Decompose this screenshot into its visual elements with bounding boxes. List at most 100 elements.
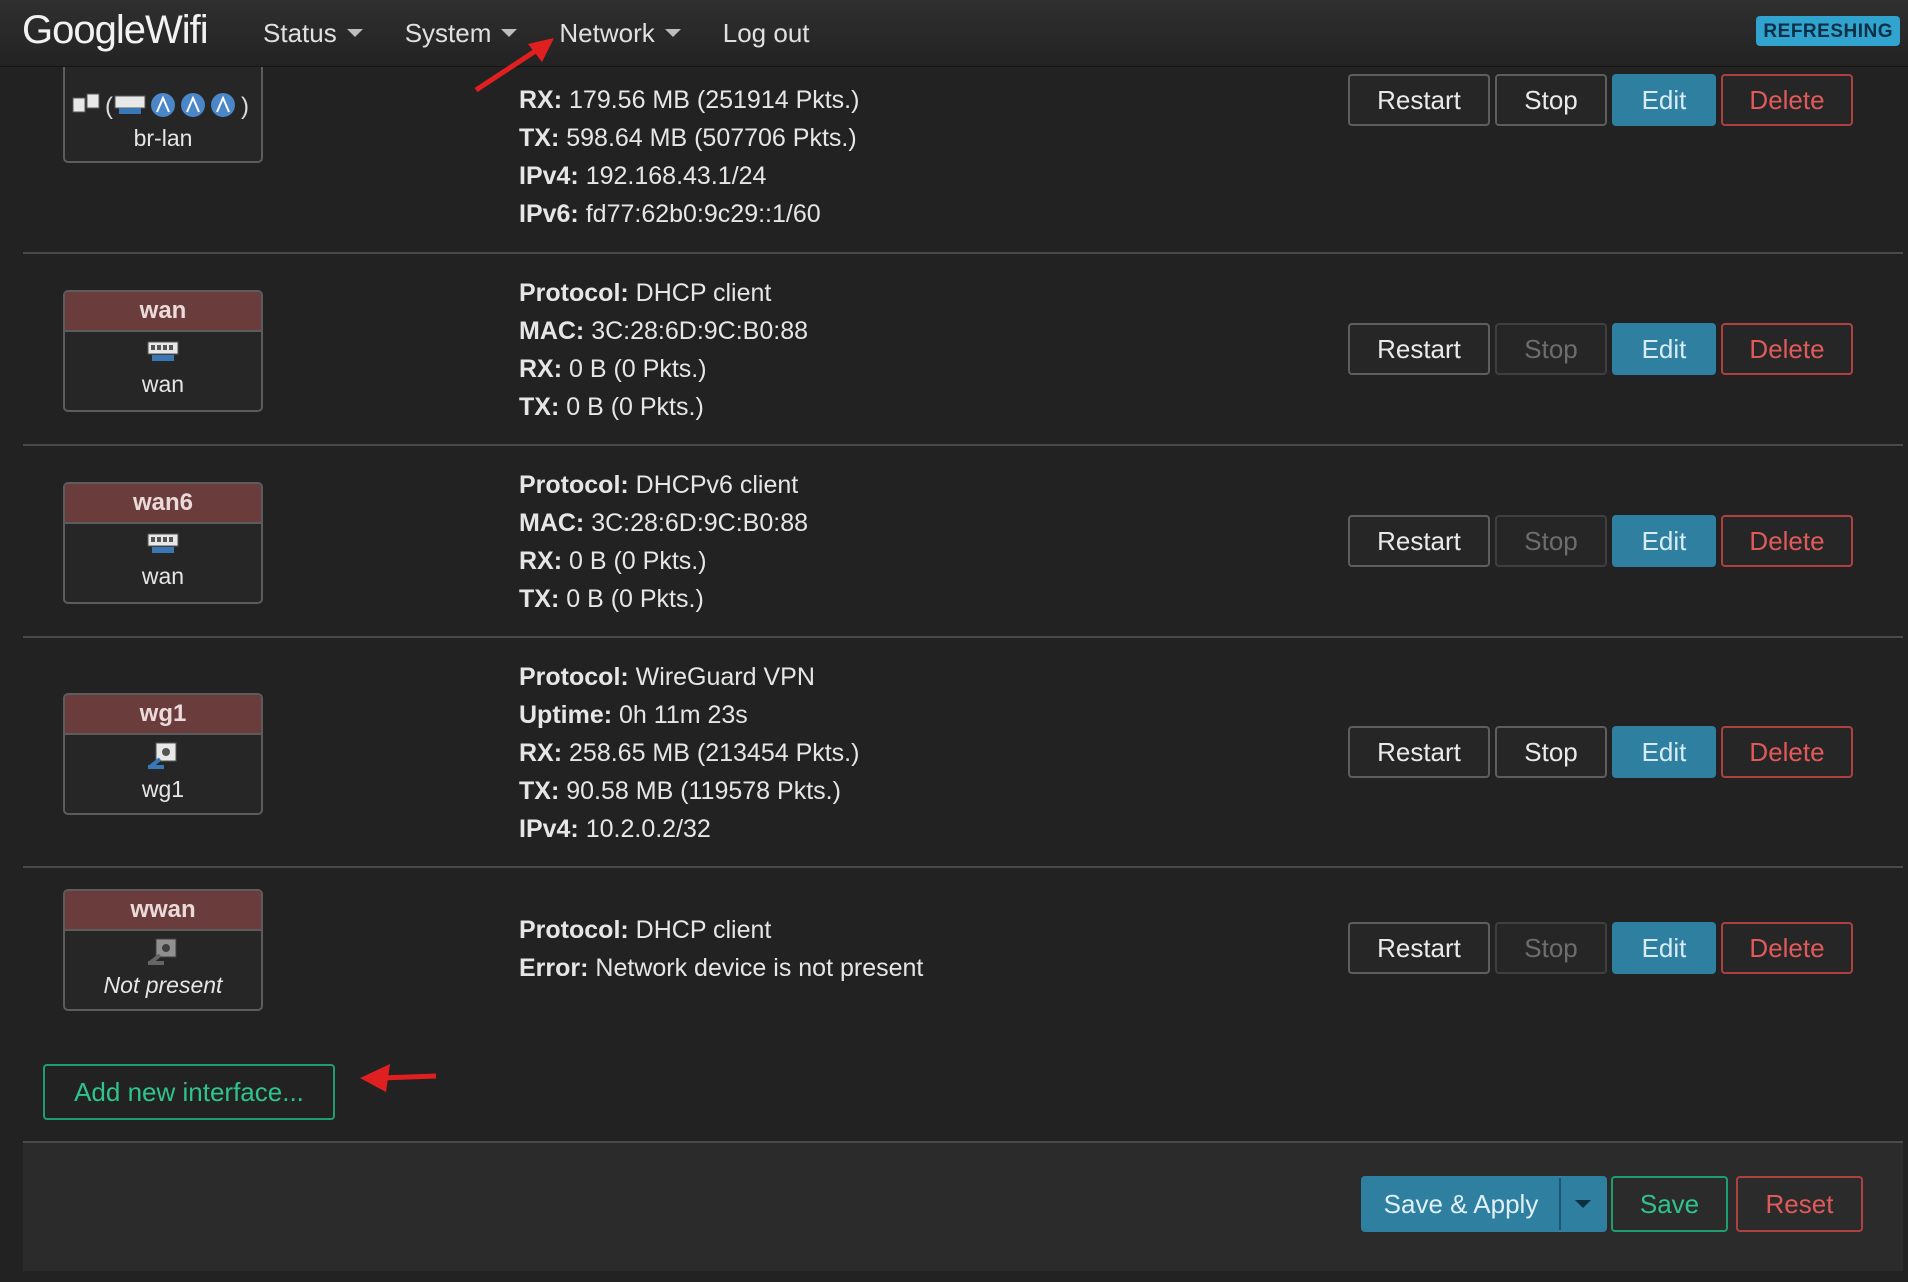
info-label: RX:: [519, 355, 563, 383]
edit-button[interactable]: Edit: [1612, 515, 1716, 567]
edit-button[interactable]: Edit: [1612, 74, 1716, 126]
edit-button[interactable]: Edit: [1612, 323, 1716, 375]
info-value: 3C:28:6D:9C:B0:88: [591, 317, 809, 345]
interface-info-wwan: Protocol: DHCP client Error: Network dev…: [519, 911, 923, 987]
info-label: MAC:: [519, 509, 585, 537]
interface-card-wan: wan wan: [63, 290, 263, 412]
device-label: wan: [141, 371, 185, 397]
info-label: IPv6:: [519, 200, 579, 228]
add-interface-button[interactable]: Add new interface...: [43, 1064, 335, 1120]
info-value: DHCP client: [635, 916, 772, 944]
info-label: TX:: [519, 124, 560, 152]
interface-info-wan6: Protocol: DHCPv6 client MAC: 3C:28:6D:9C…: [519, 466, 808, 618]
info-label: IPv4:: [519, 815, 579, 843]
interface-card-lan: ( ) br-lan: [63, 58, 263, 163]
interface-actions-wwan: Restart Stop Edit Delete: [1348, 922, 1858, 974]
info-label: RX:: [519, 547, 563, 575]
row-divider: [23, 444, 1903, 446]
info-value: Network device is not present: [595, 954, 924, 982]
interface-actions-wan6: Restart Stop Edit Delete: [1348, 515, 1858, 567]
stop-button: Stop: [1495, 515, 1607, 567]
interface-info-lan: RX: 179.56 MB (251914 Pkts.) TX: 598.64 …: [519, 81, 859, 233]
reset-button[interactable]: Reset: [1736, 1176, 1863, 1232]
interface-name: wwan: [65, 891, 261, 931]
info-value: 0 B (0 Pkts.): [566, 393, 704, 421]
stop-button[interactable]: Stop: [1495, 726, 1607, 778]
top-navbar: GoogleWifi Status System Network Log out…: [0, 0, 1908, 67]
interface-card-wg1: wg1 wg1: [63, 693, 263, 815]
stop-button: Stop: [1495, 323, 1607, 375]
tunnel-device-icon: [148, 938, 177, 965]
save-apply-button[interactable]: Save & Apply: [1363, 1178, 1559, 1230]
info-value: 0h 11m 23s: [619, 701, 748, 729]
nav-status-label: Status: [263, 17, 337, 48]
info-value: 0 B (0 Pkts.): [566, 585, 704, 613]
restart-button[interactable]: Restart: [1348, 922, 1490, 974]
nav-network-label: Network: [559, 17, 655, 48]
chevron-down-icon: [664, 29, 681, 37]
delete-button[interactable]: Delete: [1721, 74, 1853, 126]
stop-button[interactable]: Stop: [1495, 74, 1607, 126]
info-value: 0 B (0 Pkts.): [569, 547, 707, 575]
ethernet-port-icon: [147, 341, 179, 361]
info-label: TX:: [519, 393, 560, 421]
delete-button[interactable]: Delete: [1721, 323, 1853, 375]
interface-actions-lan: Restart Stop Edit Delete: [1348, 74, 1858, 126]
brand-logo[interactable]: GoogleWifi: [22, 8, 209, 53]
interface-card-wan6: wan6 wan: [63, 482, 263, 604]
device-label: wg1: [141, 776, 185, 802]
refreshing-badge[interactable]: REFRESHING: [1756, 16, 1900, 46]
device-label: Not present: [103, 972, 223, 998]
interface-name: wan6: [65, 484, 261, 524]
restart-button[interactable]: Restart: [1348, 515, 1490, 567]
tunnel-device-icon: [148, 742, 177, 769]
nav-network[interactable]: Network: [559, 17, 681, 49]
info-value: 192.168.43.1/24: [585, 162, 767, 190]
row-divider: [23, 252, 1903, 254]
row-divider: [23, 866, 1903, 868]
row-divider: [23, 636, 1903, 638]
info-value: 90.58 MB (119578 Pkts.): [566, 777, 841, 805]
nav-logout-label: Log out: [722, 17, 810, 48]
annotation-arrow-icon: [474, 38, 554, 93]
info-label: Protocol:: [519, 663, 629, 691]
info-value: 0 B (0 Pkts.): [569, 355, 707, 383]
device-label: br-lan: [133, 125, 193, 151]
info-value: WireGuard VPN: [635, 663, 815, 691]
annotation-arrow-icon: [360, 1064, 437, 1092]
info-label: TX:: [519, 585, 560, 613]
interface-card-wwan: wwan Not present: [63, 889, 263, 1011]
edit-button[interactable]: Edit: [1612, 726, 1716, 778]
info-label: IPv4:: [519, 162, 579, 190]
info-value: 3C:28:6D:9C:B0:88: [591, 509, 809, 537]
info-label: Protocol:: [519, 279, 629, 307]
info-value: DHCPv6 client: [635, 471, 799, 499]
save-apply-dropdown[interactable]: [1559, 1178, 1605, 1230]
nav-logout[interactable]: Log out: [723, 18, 810, 49]
info-label: Protocol:: [519, 471, 629, 499]
edit-button[interactable]: Edit: [1612, 922, 1716, 974]
info-value: 10.2.0.2/32: [585, 815, 711, 843]
delete-button[interactable]: Delete: [1721, 726, 1853, 778]
bridge-devices-icon: ( ): [72, 93, 249, 120]
delete-button[interactable]: Delete: [1721, 922, 1853, 974]
ethernet-port-icon: [147, 533, 179, 553]
info-label: Protocol:: [519, 916, 629, 944]
save-button[interactable]: Save: [1611, 1176, 1728, 1232]
restart-button[interactable]: Restart: [1348, 726, 1490, 778]
save-apply-group: Save & Apply: [1361, 1176, 1607, 1232]
nav-status[interactable]: Status: [263, 18, 363, 49]
restart-button[interactable]: Restart: [1348, 323, 1490, 375]
interface-actions-wg1: Restart Stop Edit Delete: [1348, 726, 1858, 778]
interface-actions-wan: Restart Stop Edit Delete: [1348, 323, 1858, 375]
delete-button[interactable]: Delete: [1721, 515, 1853, 567]
info-label: Error:: [519, 954, 589, 982]
chevron-down-icon: [1575, 1200, 1591, 1208]
interface-info-wan: Protocol: DHCP client MAC: 3C:28:6D:9C:B…: [519, 274, 808, 426]
chevron-down-icon: [346, 29, 363, 37]
info-label: Uptime:: [519, 701, 613, 729]
info-value: DHCP client: [635, 279, 772, 307]
svg-text:): ): [241, 93, 249, 120]
restart-button[interactable]: Restart: [1348, 74, 1490, 126]
info-label: TX:: [519, 777, 560, 805]
